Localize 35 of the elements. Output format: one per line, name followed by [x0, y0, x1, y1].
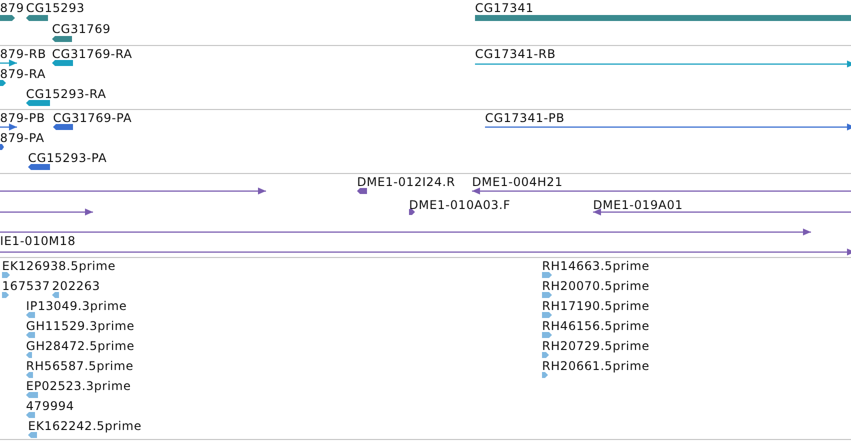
feature-label: RH46156.5prime: [542, 319, 650, 333]
feature-label: DME1-004H21: [472, 175, 563, 189]
feature-label: RH20729.5prime: [542, 339, 650, 353]
feature-label: RH20070.5prime: [542, 279, 650, 293]
feature-label: CG31769-PA: [53, 111, 132, 125]
feature-label: EK126938.5prime: [2, 259, 116, 273]
feature-label: 202263: [52, 279, 100, 293]
feature-label: 879-PB: [0, 111, 46, 125]
feature-label: DME1-019A01: [593, 198, 683, 212]
feature-label: DME1-012I24.R: [357, 175, 456, 189]
feature-label: IE1-010M18: [0, 234, 76, 248]
feature-label: 479994: [26, 399, 74, 413]
feature-label: IP13049.3prime: [26, 299, 127, 313]
feature-label: CG15293-RA: [26, 87, 106, 101]
feature-label: CG17341: [475, 1, 534, 15]
feature-label: 879-PA: [0, 131, 44, 145]
feature-label: RH20661.5prime: [542, 359, 650, 373]
feature-label: EK162242.5prime: [28, 419, 142, 433]
feature-label: DME1-010A03.F: [409, 198, 510, 212]
feature-label: 879: [0, 1, 24, 15]
feature-label: GH11529.3prime: [26, 319, 135, 333]
feature-label: CG15293: [26, 1, 85, 15]
feature-label: CG17341-RB: [475, 47, 556, 61]
feature-label: 167537: [2, 279, 50, 293]
feature-label: RH56587.5prime: [26, 359, 134, 373]
feature-label: 879-RB: [0, 47, 46, 61]
feature-label: RH14663.5prime: [542, 259, 650, 273]
feature-label: CG31769-RA: [52, 47, 132, 61]
feature-label: GH28472.5prime: [26, 339, 135, 353]
feature-label: CG17341-PB: [485, 111, 565, 125]
feature-label: 879-RA: [0, 67, 46, 81]
feature-label: RH17190.5prime: [542, 299, 650, 313]
feature-label: CG15293-PA: [28, 151, 107, 165]
feature-label: CG31769: [52, 22, 111, 36]
feature-label: EP02523.3prime: [26, 379, 131, 393]
